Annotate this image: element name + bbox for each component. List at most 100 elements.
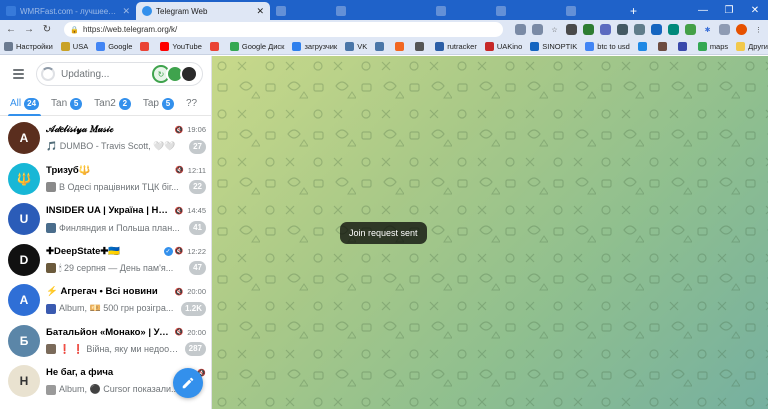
- bookmark-item[interactable]: [209, 42, 222, 51]
- extension-icon[interactable]: [668, 24, 679, 35]
- close-tab-icon[interactable]: ✕: [256, 6, 264, 17]
- bookmark-favicon-icon: [96, 42, 106, 51]
- browser-tab[interactable]: [270, 2, 330, 20]
- bookmark-item[interactable]: [140, 42, 152, 51]
- bookmark-favicon-icon: [60, 42, 70, 51]
- chat-list-item[interactable]: Б Батальйон «Монако» | Украї... 🔇 20:00 ❗ ❗ …: [0, 321, 211, 362]
- chat-list-item[interactable]: A 𝒜𝒹𝑒𝓁𝒾𝓈𝒾𝓎𝒶 𝑀𝓊𝓈𝒾𝒸 🔇 19:06 🎵 DUMBO - Travis S…: [0, 118, 211, 159]
- compose-button[interactable]: [173, 368, 203, 398]
- extensions-area: ☆ ✱ ⋮: [509, 24, 764, 35]
- chat-body: ⚡ Агрегач • Всі новини 🔇 20:00 Album, 💴 500…: [46, 284, 206, 316]
- browser-tab[interactable]: [430, 2, 490, 20]
- url-field[interactable]: 🔒 https://web.telegram.org/k/: [64, 22, 503, 37]
- bookmark-item[interactable]: Google: [96, 42, 132, 51]
- chat-preview: Финляндия и Польша план...: [59, 222, 180, 233]
- translate-icon[interactable]: [515, 24, 526, 35]
- unread-count-badge: 47: [189, 261, 206, 276]
- chat-list-item[interactable]: 🔱 Тризуб🔱 🔇 12:11 В Одесі працівники ТЦК біг…: [0, 159, 211, 200]
- avatar-initial: A: [19, 293, 29, 308]
- bookmark-item[interactable]: [657, 42, 670, 51]
- chat-list-item[interactable]: U INSIDER UA | Україна | Новини🔇14:45 Финл…: [0, 199, 211, 240]
- tab-title: WMRFast.com - лучшее место для: [20, 6, 116, 16]
- browser-tab[interactable]: [330, 2, 430, 20]
- extension-icon[interactable]: [634, 24, 645, 35]
- share-icon[interactable]: [532, 24, 543, 35]
- folder-tab[interactable]: Tan 5: [45, 92, 88, 116]
- folder-tab[interactable]: Tap 5: [137, 92, 180, 116]
- bookmark-item[interactable]: VK: [345, 42, 367, 51]
- bookmark-favicon-icon: [395, 42, 405, 51]
- tab-favicon-icon: [436, 6, 446, 16]
- bookmark-item[interactable]: [395, 42, 407, 51]
- bookmark-item[interactable]: rutracker: [435, 42, 477, 51]
- bookmark-item[interactable]: Настройки: [4, 42, 53, 51]
- bookmark-item[interactable]: загрузчик: [292, 42, 337, 51]
- chat-list-item[interactable]: D ✚DeepState✚🇺🇦 ✓ 🔇 12:22 🕯 29 серпня — День …: [0, 240, 211, 281]
- browser-tab[interactable]: [490, 2, 560, 20]
- bookmark-label: загрузчик: [304, 42, 338, 51]
- bookmark-favicon-icon: [585, 42, 595, 51]
- bookmark-item[interactable]: btc to usd: [585, 42, 630, 51]
- bookmark-item[interactable]: UAKino: [484, 42, 522, 51]
- bookmark-item[interactable]: [375, 42, 387, 51]
- bookmark-label: YouTube: [172, 42, 202, 51]
- lock-icon: 🔒: [70, 26, 79, 34]
- maximize-icon[interactable]: ❐: [716, 5, 742, 16]
- extension-icon[interactable]: [685, 24, 696, 35]
- sidebar-icon[interactable]: [719, 24, 730, 35]
- close-tab-icon[interactable]: ✕: [122, 6, 130, 17]
- more-icon[interactable]: ⋮: [753, 24, 764, 35]
- chat-time: 14:45: [187, 206, 206, 216]
- minimize-icon[interactable]: —: [690, 5, 716, 16]
- account-avatar[interactable]: [180, 65, 198, 83]
- extension-icon[interactable]: [600, 24, 611, 35]
- chat-title: ✚DeepState✚🇺🇦: [46, 245, 121, 257]
- close-window-icon[interactable]: ✕: [742, 5, 768, 16]
- new-tab-icon[interactable]: +: [624, 2, 643, 20]
- chat-time: 20:00: [187, 327, 206, 337]
- browser-tab[interactable]: [560, 2, 624, 20]
- bookmark-item[interactable]: [415, 42, 427, 51]
- folder-tab[interactable]: All 24: [4, 92, 45, 116]
- bookmark-item[interactable]: SINOPTIK: [530, 42, 577, 51]
- extension-icon[interactable]: [651, 24, 662, 35]
- folder-label: All: [10, 98, 22, 109]
- hamburger-menu-icon[interactable]: [8, 64, 28, 84]
- search-placeholder: Updating...: [61, 68, 110, 80]
- back-icon[interactable]: ←: [4, 23, 18, 37]
- star-icon[interactable]: ☆: [549, 24, 560, 35]
- puzzle-icon[interactable]: ✱: [702, 24, 713, 35]
- browser-tab[interactable]: WMRFast.com - лучшее место для ✕: [0, 2, 136, 20]
- bookmark-label: Google: [108, 42, 133, 51]
- bookmark-favicon-icon: [637, 42, 647, 51]
- folder-tab[interactable]: Tan2 2: [88, 92, 137, 116]
- bookmark-item[interactable]: Google Диск: [229, 42, 284, 51]
- bookmark-item[interactable]: USA: [60, 42, 88, 51]
- bookmark-item[interactable]: YouTube: [160, 42, 202, 51]
- bookmark-item[interactable]: [637, 42, 650, 51]
- bookmark-item[interactable]: [677, 42, 690, 51]
- unread-count-badge: 27: [189, 139, 206, 154]
- profile-avatar[interactable]: [736, 24, 747, 35]
- forward-icon[interactable]: →: [22, 23, 36, 37]
- browser-tab-active[interactable]: Telegram Web ✕: [136, 2, 270, 20]
- chat-header-row: ✚DeepState✚🇺🇦 ✓ 🔇 12:22: [46, 244, 206, 259]
- extension-icon[interactable]: [617, 24, 628, 35]
- bookmark-item[interactable]: maps: [697, 42, 728, 51]
- reload-icon[interactable]: ↻: [40, 23, 54, 37]
- chat-body: INSIDER UA | Україна | Новини🔇14:45 Финля…: [46, 203, 206, 235]
- extension-icon[interactable]: [566, 24, 577, 35]
- folder-tab[interactable]: ??: [180, 92, 203, 116]
- chat-preview-row: В Одесі працівники ТЦК біг... 22: [46, 180, 206, 195]
- unread-count-badge: 287: [184, 342, 206, 357]
- chat-preview-container: Album, 💴 500 грн розігра...: [46, 303, 177, 314]
- bookmark-favicon-icon: [292, 42, 302, 51]
- chat-title: Не баг, а фича: [46, 367, 114, 379]
- muted-icon: 🔇: [174, 329, 184, 337]
- search-input[interactable]: Updating... ↻: [36, 62, 203, 86]
- bookmark-label: VK: [357, 42, 368, 51]
- chat-list-item[interactable]: A ⚡ Агрегач • Всі новини 🔇 20:00 Album, 💴 50…: [0, 280, 211, 321]
- other-bookmarks[interactable]: Другие закладки: [736, 42, 768, 51]
- extension-icon[interactable]: [583, 24, 594, 35]
- pencil-icon: [182, 377, 194, 389]
